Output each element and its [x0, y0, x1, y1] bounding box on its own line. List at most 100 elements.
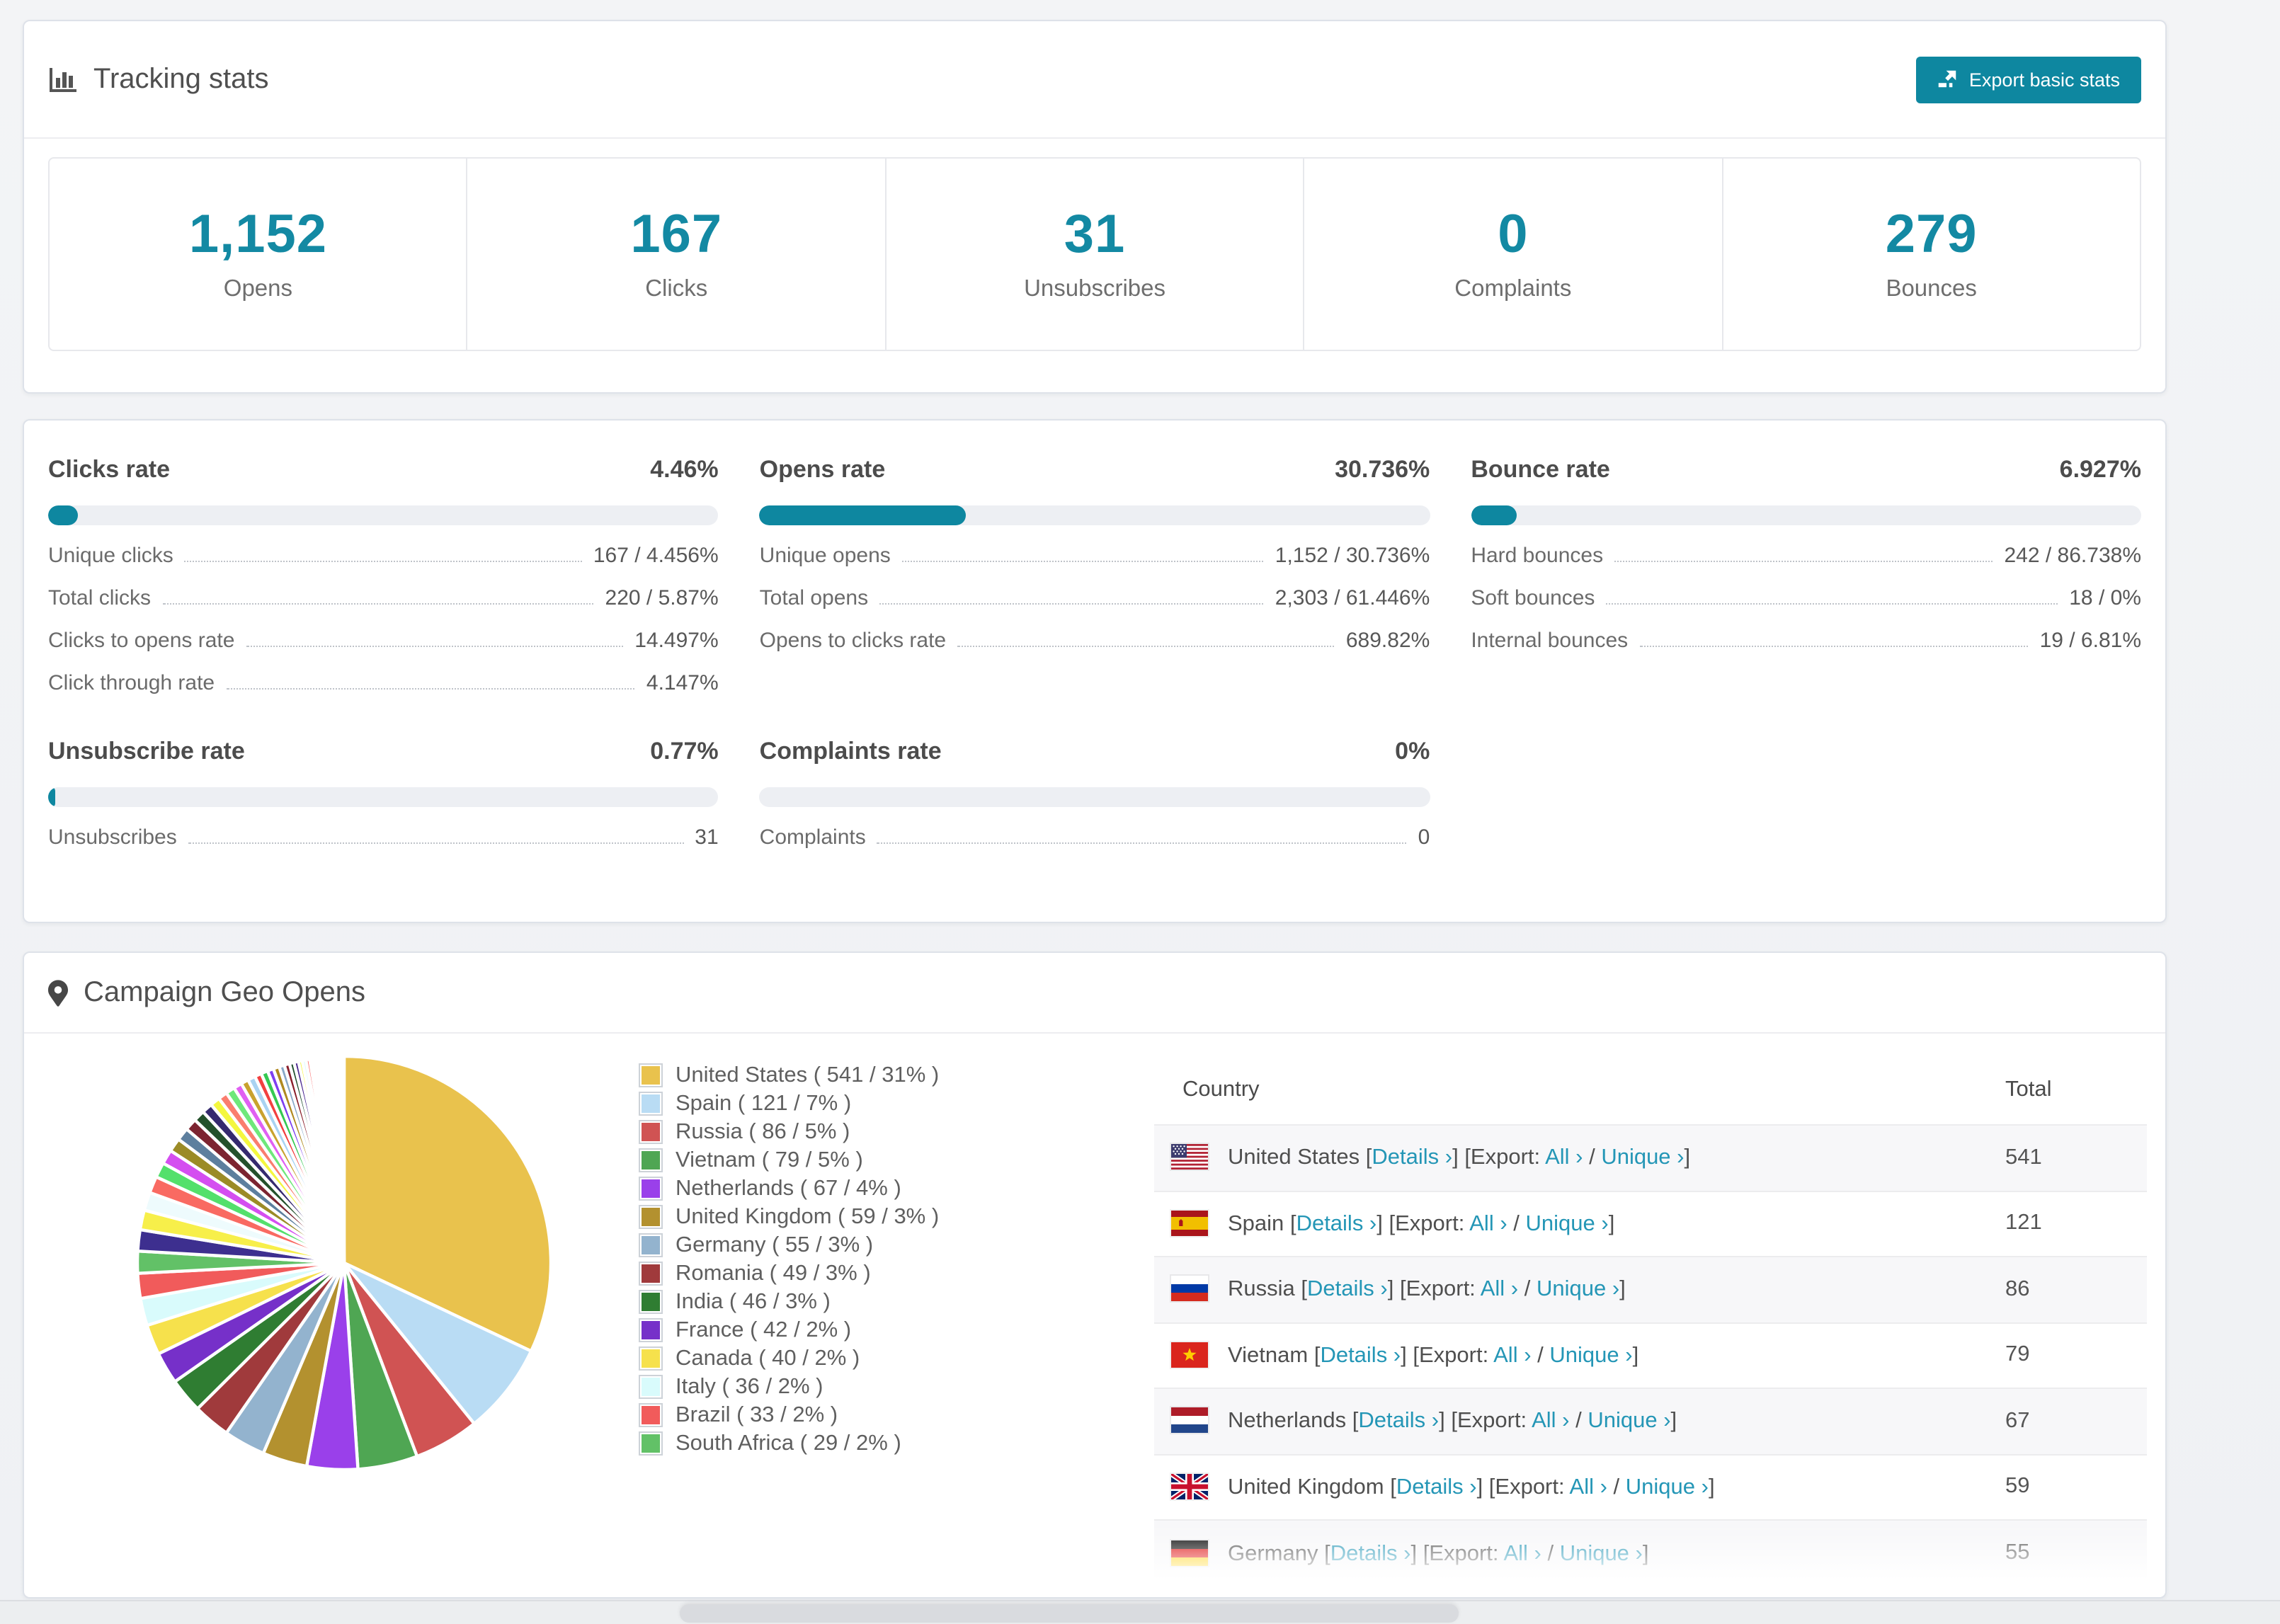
total-value: 59	[2005, 1474, 2030, 1499]
dotted-leader	[162, 603, 594, 605]
rate-row: Internal bounces 19 / 6.81%	[1471, 629, 2141, 653]
progress-bar	[759, 787, 1430, 807]
rate-title: Unsubscribe rate	[48, 738, 245, 765]
total-value: 86	[2005, 1276, 2030, 1301]
export-all-link[interactable]: All ›	[1469, 1212, 1507, 1236]
rate-title: Clicks rate	[48, 456, 170, 483]
geo-table-body: United States [Details ›] [Export: All ›…	[1154, 1125, 2147, 1586]
tracking-stats-title-wrap: Tracking stats	[48, 63, 269, 96]
export-unique-link[interactable]: Unique ›	[1560, 1541, 1643, 1565]
dotted-leader	[1614, 561, 1993, 562]
stat-label: Clicks	[645, 276, 708, 302]
table-row-gb: United Kingdom [Details ›] [Export: All …	[1154, 1454, 2147, 1520]
total-value: 55	[2005, 1540, 2030, 1565]
export-unique-link[interactable]: Unique ›	[1537, 1278, 1619, 1302]
details-link[interactable]: Details ›	[1396, 1475, 1477, 1499]
legend-swatch	[639, 1233, 663, 1257]
total-value: 79	[2005, 1342, 2030, 1367]
progress-bar	[1471, 505, 2141, 525]
progress-fill	[48, 505, 79, 525]
dotted-leader	[1606, 603, 2058, 605]
table-row-es: Spain [Details ›] [Export: All › / Uniqu…	[1154, 1191, 2147, 1257]
stat-value: 167	[630, 205, 723, 265]
pie-slice	[341, 1054, 346, 1264]
details-link[interactable]: Details ›	[1358, 1409, 1439, 1434]
rate-block-bounce-rate: Bounce rate 6.927% Hard bounces 242 / 86.73…	[1471, 456, 2141, 695]
flag-vn-icon	[1171, 1342, 1208, 1368]
flag-gb-icon	[1171, 1473, 1208, 1499]
details-link[interactable]: Details ›	[1330, 1541, 1411, 1565]
legend-item: United States ( 541 / 31% )	[639, 1063, 940, 1087]
export-unique-link[interactable]: Unique ›	[1626, 1475, 1709, 1499]
rate-block-unsubscribe-rate: Unsubscribe rate 0.77% Unsubscribes 31	[48, 738, 719, 850]
dotted-leader	[879, 603, 1264, 605]
table-row-us: United States [Details ›] [Export: All ›…	[1154, 1125, 2147, 1191]
dotted-leader	[957, 646, 1335, 647]
rate-row-value: 18 / 0%	[2069, 586, 2141, 610]
country-name: United Kingdom	[1228, 1475, 1384, 1499]
country-name: Russia	[1228, 1277, 1295, 1302]
rate-row-value: 167 / 4.456%	[593, 544, 719, 568]
export-all-link[interactable]: All ›	[1493, 1344, 1531, 1368]
export-basic-stats-button[interactable]: Export basic stats	[1916, 56, 2141, 103]
flag-us-icon	[1171, 1144, 1208, 1170]
legend-item: India ( 46 / 3% )	[639, 1289, 939, 1314]
rate-row: Clicks to opens rate 14.497%	[48, 629, 719, 653]
rates-grid: Clicks rate 4.46% Unique clicks 167 / 4.456…	[24, 421, 2165, 885]
export-all-link[interactable]: All ›	[1503, 1541, 1541, 1565]
legend-swatch	[639, 1148, 663, 1172]
rate-row-label: Unique opens	[759, 544, 891, 568]
geo-title-wrap: Campaign Geo Opens	[48, 976, 365, 1009]
details-link[interactable]: Details ›	[1320, 1344, 1401, 1368]
legend-label: United States ( 541 / 31% )	[676, 1063, 940, 1087]
legend-swatch	[639, 1346, 663, 1371]
geo-legend: United States ( 541 / 31% ) Spain ( 121 /…	[639, 1063, 940, 1461]
progress-fill	[1471, 505, 1517, 525]
export-unique-link[interactable]: Unique ›	[1526, 1212, 1609, 1236]
map-pin-icon	[48, 979, 68, 1006]
rate-row-value: 0	[1418, 825, 1430, 850]
progress-fill	[759, 505, 966, 525]
dotted-leader	[226, 688, 635, 690]
dotted-leader	[1639, 646, 2029, 647]
rate-title: Opens rate	[759, 456, 886, 483]
rate-row: Complaints 0	[760, 825, 1430, 850]
geo-table: Country Total United States [Details ›] …	[1154, 1056, 2147, 1586]
details-link[interactable]: Details ›	[1372, 1146, 1452, 1170]
legend-swatch	[639, 1262, 663, 1286]
dotted-leader	[901, 561, 1264, 562]
rate-block-opens-rate: Opens rate 30.736% Unique opens 1,152 / 30.…	[759, 456, 1430, 695]
tracking-stats-card: Tracking stats Export basic stats 1,152 O…	[23, 20, 2167, 394]
legend-item: France ( 42 / 2% )	[639, 1317, 939, 1342]
details-link[interactable]: Details ›	[1296, 1212, 1377, 1236]
legend-label: United Kingdom ( 59 / 3% )	[676, 1204, 940, 1228]
rate-row-value: 31	[695, 825, 719, 850]
stat-label: Unsubscribes	[1024, 276, 1165, 302]
export-all-link[interactable]: All ›	[1545, 1146, 1583, 1170]
rate-row: Click through rate 4.147%	[48, 671, 719, 695]
geo-header: Campaign Geo Opens	[24, 953, 2165, 1034]
rate-value: 30.736%	[1335, 456, 1430, 483]
rate-block-clicks-rate: Clicks rate 4.46% Unique clicks 167 / 4.456…	[48, 456, 719, 695]
export-all-link[interactable]: All ›	[1532, 1409, 1569, 1434]
export-unique-link[interactable]: Unique ›	[1549, 1344, 1632, 1368]
legend-label: Italy ( 36 / 2% )	[676, 1374, 823, 1398]
legend-swatch	[639, 1318, 663, 1342]
legend-swatch	[639, 1205, 663, 1229]
rate-row-label: Clicks to opens rate	[48, 629, 235, 653]
scrollbar-thumb[interactable]	[680, 1604, 1459, 1623]
progress-fill	[48, 787, 55, 807]
country-name: Germany	[1228, 1541, 1318, 1565]
export-all-link[interactable]: All ›	[1570, 1475, 1607, 1499]
export-all-link[interactable]: All ›	[1481, 1278, 1518, 1302]
dotted-leader	[188, 842, 684, 844]
scrollbar-track[interactable]	[0, 1600, 2280, 1624]
export-unique-link[interactable]: Unique ›	[1588, 1409, 1670, 1434]
export-unique-link[interactable]: Unique ›	[1601, 1146, 1684, 1170]
details-link[interactable]: Details ›	[1307, 1278, 1388, 1302]
rate-row: Total clicks 220 / 5.87%	[48, 586, 719, 610]
rate-row-label: Opens to clicks rate	[759, 629, 947, 653]
legend-swatch	[639, 1120, 663, 1144]
flag-es-icon	[1171, 1210, 1208, 1236]
legend-item: Canada ( 40 / 2% )	[639, 1346, 939, 1371]
